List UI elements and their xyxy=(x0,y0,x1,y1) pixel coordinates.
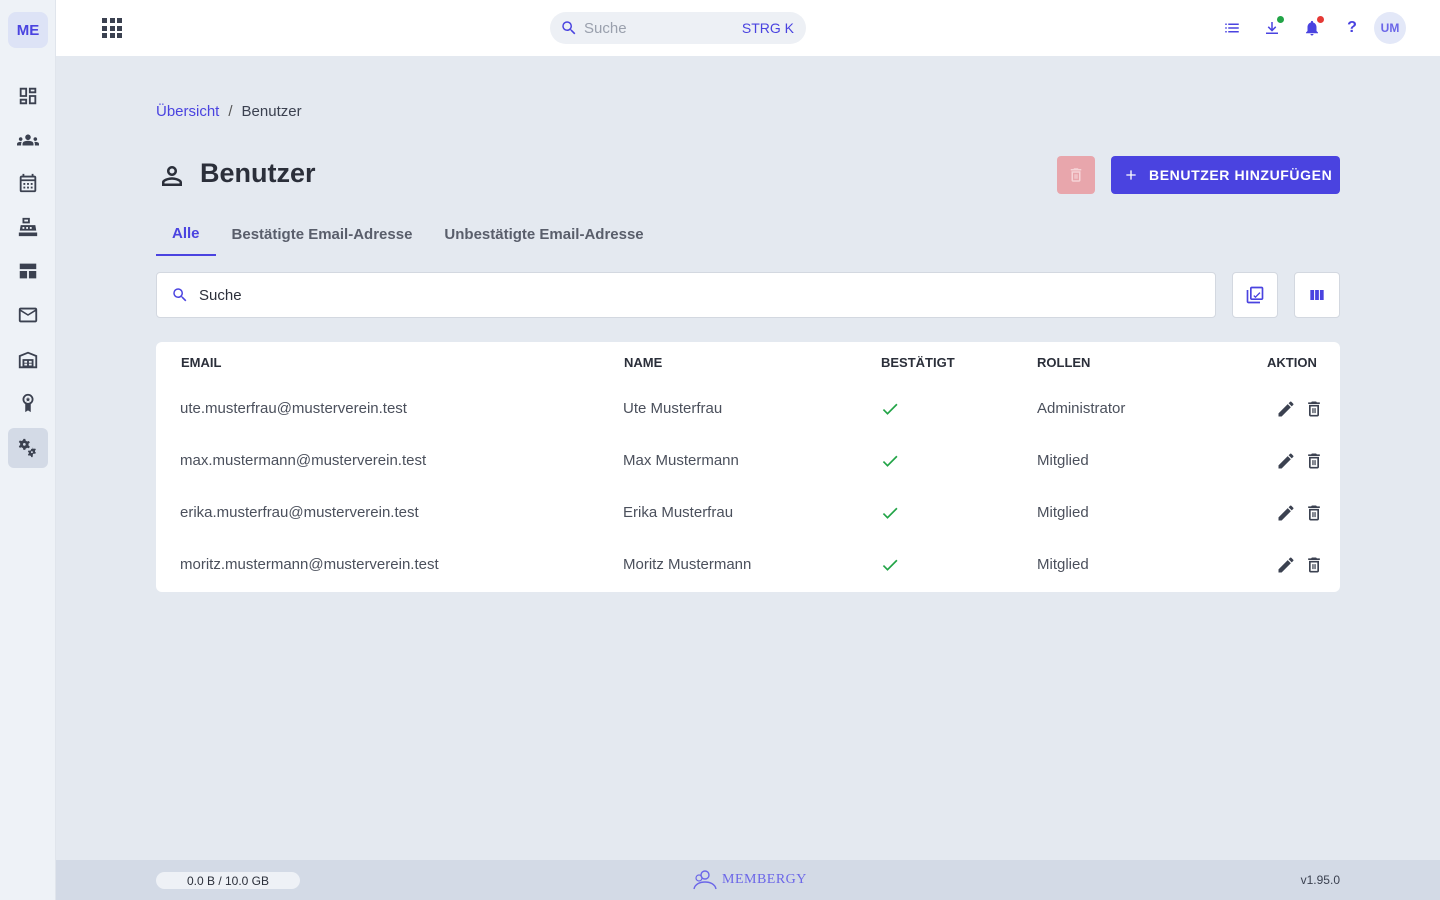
sidebar-item-dashboard[interactable] xyxy=(8,76,48,116)
cell-role: Mitglied xyxy=(1037,504,1089,521)
members-icon xyxy=(17,134,39,146)
sidebar-item-award[interactable] xyxy=(8,383,48,423)
settings-icon xyxy=(18,438,36,458)
warehouse-icon xyxy=(18,351,38,369)
cell-role: Administrator xyxy=(1037,400,1126,417)
sidebar-item-table[interactable] xyxy=(8,251,48,291)
check-icon xyxy=(880,555,900,581)
column-header-email[interactable]: EMAIL xyxy=(181,355,221,370)
tab-all[interactable]: Alle xyxy=(156,212,216,256)
columns-icon xyxy=(1310,290,1324,300)
topbar: Suche STRG K ? UM xyxy=(56,0,1440,56)
search-input[interactable] xyxy=(199,286,1099,304)
global-search[interactable]: Suche STRG K xyxy=(550,12,806,44)
edit-icon[interactable] xyxy=(1276,399,1296,419)
help-label: ? xyxy=(1347,19,1357,36)
dashboard-icon xyxy=(19,87,37,105)
app-logo[interactable]: ME xyxy=(8,12,48,48)
avatar[interactable]: UM xyxy=(1374,12,1406,44)
check-icon xyxy=(880,399,900,425)
plus-icon xyxy=(1126,170,1136,180)
help-icon[interactable]: ? xyxy=(1340,16,1364,40)
cell-email: ute.musterfrau@musterverein.test xyxy=(180,400,407,417)
column-header-confirmed[interactable]: BESTÄTIGT xyxy=(881,355,955,370)
sidebar-item-members[interactable] xyxy=(8,120,48,160)
edit-icon[interactable] xyxy=(1276,503,1296,523)
sidebar: ME xyxy=(0,0,56,900)
table-icon xyxy=(19,263,37,279)
cell-name: Erika Musterfrau xyxy=(623,504,734,521)
award-icon xyxy=(22,393,34,413)
check-icon xyxy=(880,503,900,529)
footer: 0.0 B / 10.0 GB MEMBERGY v1.95.0 xyxy=(56,860,1440,900)
trash-icon xyxy=(1070,168,1082,182)
brand-logo: MEMBERGY xyxy=(692,869,807,891)
column-header-name[interactable]: NAME xyxy=(624,355,662,370)
search-icon xyxy=(562,21,576,35)
breadcrumb-link-overview[interactable]: Übersicht xyxy=(156,103,219,120)
check-icon xyxy=(880,451,900,477)
tab-confirmed-email[interactable]: Bestätigte Email-Adresse xyxy=(216,212,429,256)
search-icon xyxy=(173,288,187,302)
column-header-action: AKTION xyxy=(1267,355,1317,370)
cell-email: erika.musterfrau@musterverein.test xyxy=(180,504,419,521)
bulk-delete-button[interactable] xyxy=(1057,156,1095,194)
sidebar-item-calendar[interactable] xyxy=(8,163,48,203)
storage-usage: 0.0 B / 10.0 GB xyxy=(156,872,300,889)
columns-button[interactable] xyxy=(1294,272,1340,318)
cell-role: Mitglied xyxy=(1037,452,1089,469)
download-icon[interactable] xyxy=(1260,16,1284,40)
cell-name: Max Mustermann xyxy=(623,452,739,469)
apps-icon[interactable] xyxy=(100,16,124,40)
app-version: v1.95.0 xyxy=(1300,873,1340,887)
membergy-logo-icon xyxy=(693,870,717,890)
add-user-button[interactable]: BENUTZER HINZUFÜGEN xyxy=(1111,156,1340,194)
checklist-icon xyxy=(1246,286,1264,304)
cell-role: Mitglied xyxy=(1037,556,1089,573)
trash-icon[interactable] xyxy=(1304,503,1324,523)
filter-tabs: Alle Bestätigte Email-Adresse Unbestätig… xyxy=(156,212,660,256)
notification-dot xyxy=(1317,16,1324,23)
search-shortcut: STRG K xyxy=(741,20,794,36)
global-search-placeholder: Suche xyxy=(584,19,627,37)
table-search xyxy=(156,272,1216,318)
table-row[interactable]: erika.musterfrau@musterverein.test Erika… xyxy=(156,503,1340,555)
trash-icon[interactable] xyxy=(1304,399,1324,419)
sidebar-item-mail[interactable] xyxy=(8,295,48,335)
cell-email: max.mustermann@musterverein.test xyxy=(180,452,427,469)
list-icon[interactable] xyxy=(1220,16,1244,40)
sidebar-item-warehouse[interactable] xyxy=(8,340,48,380)
table-row[interactable]: ute.musterfrau@musterverein.test Ute Mus… xyxy=(156,399,1340,451)
breadcrumb-current: Benutzer xyxy=(241,103,302,120)
select-mode-button[interactable] xyxy=(1232,272,1278,318)
brand-name: MEMBERGY xyxy=(722,872,807,887)
breadcrumb: Übersicht / Benutzer xyxy=(156,103,302,120)
download-status-dot xyxy=(1277,16,1284,23)
add-user-label: BENUTZER HINZUFÜGEN xyxy=(1149,167,1333,183)
trash-icon[interactable] xyxy=(1304,555,1324,575)
cell-name: Moritz Mustermann xyxy=(623,556,752,573)
page-title: Benutzer xyxy=(200,158,316,188)
cell-email: moritz.mustermann@musterverein.test xyxy=(180,556,439,573)
sidebar-item-settings[interactable] xyxy=(8,428,48,468)
user-icon xyxy=(157,161,187,191)
tab-unconfirmed-email[interactable]: Unbestätigte Email-Adresse xyxy=(428,212,659,256)
cashier-icon xyxy=(18,217,38,237)
column-header-roles[interactable]: ROLLEN xyxy=(1037,355,1090,370)
users-table: EMAIL NAME BESTÄTIGT ROLLEN AKTION ute.m… xyxy=(156,342,1340,592)
edit-icon[interactable] xyxy=(1276,555,1296,575)
table-row[interactable]: max.mustermann@musterverein.test Max Mus… xyxy=(156,451,1340,503)
bell-icon[interactable] xyxy=(1300,16,1324,40)
mail-icon xyxy=(18,307,38,323)
trash-icon[interactable] xyxy=(1304,451,1324,471)
edit-icon[interactable] xyxy=(1276,451,1296,471)
table-row[interactable]: moritz.mustermann@musterverein.test Mori… xyxy=(156,555,1340,607)
cell-name: Ute Musterfrau xyxy=(623,400,723,417)
calendar-icon xyxy=(19,173,37,193)
breadcrumb-separator: / xyxy=(228,103,233,120)
sidebar-item-cashier[interactable] xyxy=(8,207,48,247)
